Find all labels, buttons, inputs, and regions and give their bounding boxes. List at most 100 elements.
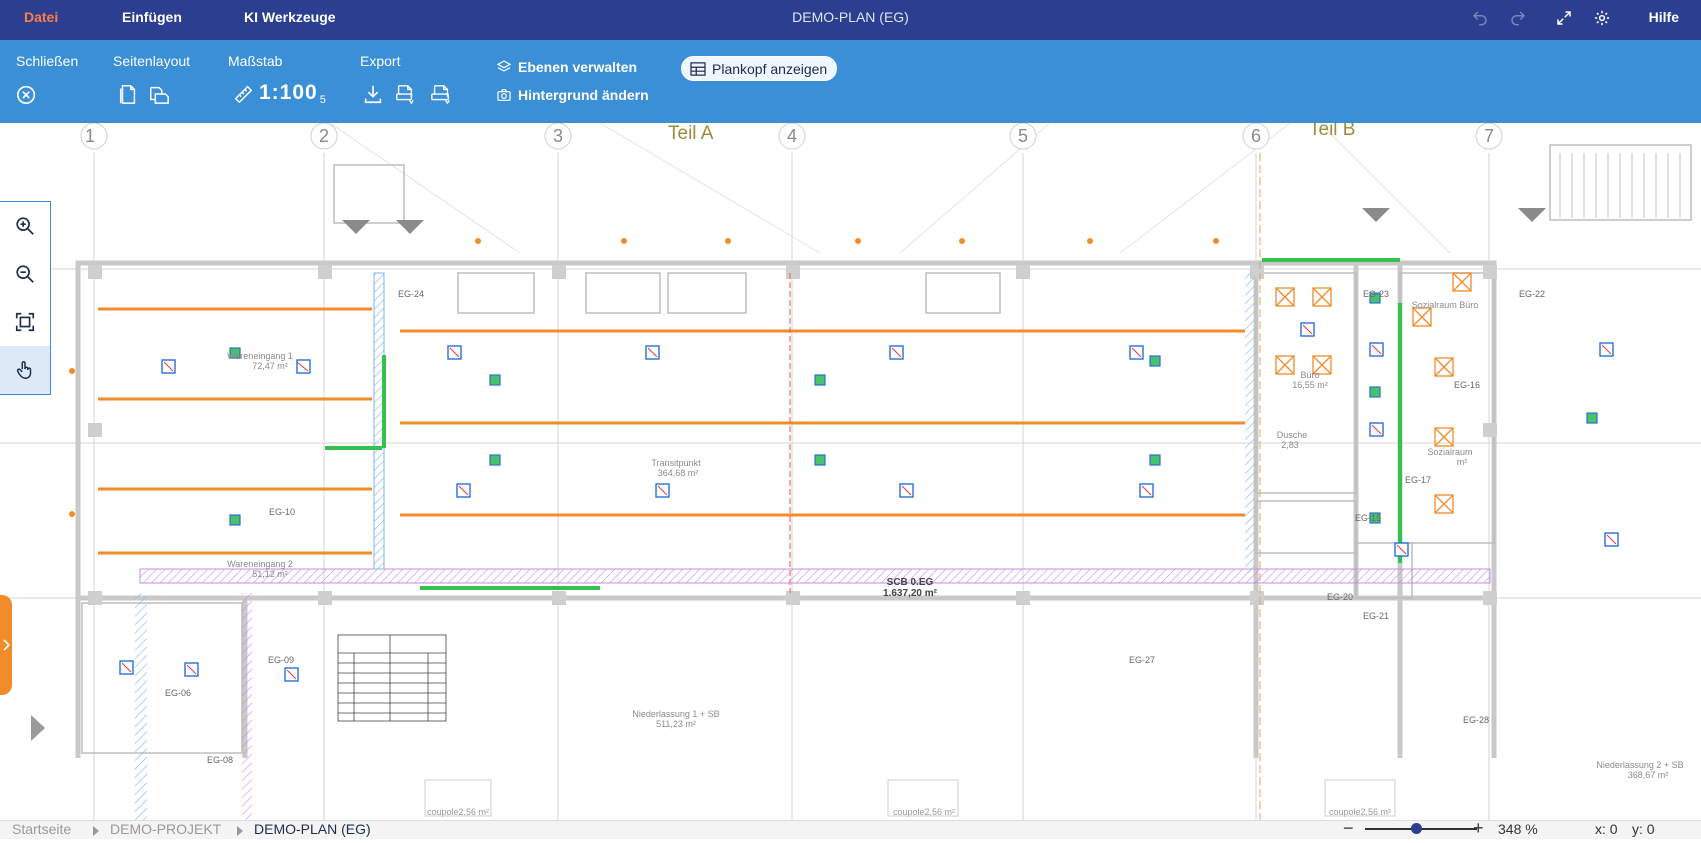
room-name: Sozialraum (1427, 447, 1472, 457)
zoom-value: 348 % (1498, 821, 1538, 837)
manage-layers-button[interactable]: Ebenen verwalten (496, 57, 637, 77)
gear-icon[interactable] (1593, 9, 1611, 27)
axis-label: 2 (319, 126, 329, 146)
xlsx-export-icon[interactable] (430, 82, 452, 106)
cursor-y: y: 0 (1632, 821, 1655, 837)
scale-ratio: 1:100 (259, 81, 318, 104)
breadcrumb-separator-icon (93, 826, 99, 836)
breadcrumb-project[interactable]: DEMO-PROJEKT (110, 815, 221, 843)
room-code: EG-23 (1363, 289, 1389, 299)
fit-view-button[interactable] (0, 298, 50, 346)
room-area: 51,12 m² (252, 569, 288, 579)
floor-plan-drawing[interactable]: 1 2 3 4 5 6 7 Teil A Teil B Wareneingang… (0, 123, 1701, 820)
breadcrumb-home[interactable]: Startseite (12, 815, 71, 843)
room-code: EG-08 (207, 755, 233, 765)
ribbon-toolbar: Schließen Seitenlayout Maßstab 1:100 5 Ex… (0, 40, 1701, 123)
staircase (1559, 153, 1681, 218)
room-code: EG-10 (269, 507, 295, 517)
room-code: EG-19 (1355, 513, 1381, 523)
plan-canvas[interactable]: 1 2 3 4 5 6 7 Teil A Teil B Wareneingang… (0, 123, 1701, 820)
room-name: Niederlassung 2 + SB (1596, 760, 1683, 770)
page-layout-label: Seitenlayout (113, 53, 191, 69)
status-bar: Startseite DEMO-PROJEKT DEMO-PLAN (EG) −… (0, 818, 1701, 839)
room-area: 16,55 m² (1292, 380, 1328, 390)
change-background-button[interactable]: Hintergrund ändern (496, 85, 649, 105)
axis-label: 7 (1484, 126, 1494, 146)
room-code: EG-22 (1519, 289, 1545, 299)
room-name-scb: SCB 0.EG (887, 577, 934, 588)
legend-table (337, 634, 447, 722)
room-code: EG-24 (398, 289, 424, 299)
scale-subscript: 5 (319, 94, 327, 106)
scale-value[interactable]: 1:100 5 (259, 81, 327, 106)
landscape-document-icon[interactable] (148, 82, 170, 106)
download-icon[interactable] (362, 82, 384, 106)
room-name: Niederlassung 1 + SB (632, 709, 719, 719)
room-code: EG-06 (165, 688, 191, 698)
section-label-teil-b: Teil B (1309, 123, 1355, 140)
show-titleblock-label: Plankopf anzeigen (712, 60, 828, 77)
manage-layers-label: Ebenen verwalten (518, 59, 638, 75)
axis-label: 4 (787, 126, 797, 146)
axis-grid (0, 153, 1701, 820)
room-area: 511,23 m² (656, 719, 696, 729)
zoom-in-button[interactable] (0, 202, 50, 250)
room-area-scb: 1.637,20 m² (883, 588, 938, 599)
zoom-tool-panel (0, 201, 51, 395)
room-code: EG-21 (1363, 611, 1389, 621)
breadcrumb-current: DEMO-PLAN (EG) (254, 821, 371, 837)
axis-markers: 1 2 3 4 5 6 7 Teil A Teil B (80, 123, 1503, 150)
change-background-label: Hintergrund ändern (518, 87, 649, 103)
side-panel-toggle[interactable] (0, 595, 12, 695)
axis-label: 6 (1251, 126, 1261, 146)
layers-icon (496, 60, 512, 72)
room-code: EG-09 (268, 655, 294, 665)
construction-lines (329, 123, 1451, 254)
menu-ki-werkzeuge[interactable]: KI Werkzeuge (244, 0, 336, 40)
pan-tool-button[interactable] (0, 346, 50, 394)
help-menu[interactable]: Hilfe (1649, 0, 1679, 35)
room-area: 364,68 m² (658, 468, 699, 478)
zoom-slider-knob[interactable] (1411, 823, 1422, 834)
zoom-out-button[interactable] (0, 250, 50, 298)
room-area: 72,47 m² (252, 361, 288, 371)
expand-icon[interactable] (1555, 9, 1573, 27)
show-titleblock-button[interactable]: Plankopf anzeigen (681, 56, 838, 81)
close-label: Schließen (16, 53, 79, 69)
axis-label: 5 (1018, 126, 1028, 146)
menu-datei[interactable]: Datei (24, 0, 58, 40)
room-name: Sozialraum Büro (1412, 300, 1479, 310)
ruler-icon[interactable] (232, 82, 254, 106)
play-triangle-icon[interactable] (31, 715, 45, 741)
room-code: EG-16 (1454, 380, 1480, 390)
scale-label: Maßstab (228, 53, 283, 69)
main-room-label: SCB 0.EG 1.637,20 m² (883, 577, 938, 599)
room-name: Büro (1300, 370, 1319, 380)
room-code: EG-27 (1129, 655, 1155, 665)
room-area: 2,83 (1281, 440, 1299, 450)
room-code: EG-17 (1405, 475, 1431, 485)
camera-icon (497, 89, 511, 101)
table-icon (690, 61, 706, 76)
hand-pointer-icon (16, 361, 32, 379)
zoom-out-icon (16, 265, 34, 283)
breadcrumb-separator-icon (237, 826, 243, 836)
csv-export-icon[interactable] (394, 82, 416, 106)
document-icon[interactable] (117, 82, 139, 106)
axis-label: 3 (553, 126, 563, 146)
room-name: Dusche (1277, 430, 1308, 440)
room-area: m² (1457, 457, 1468, 467)
export-label: Export (360, 53, 401, 69)
close-circle-icon[interactable] (16, 82, 38, 106)
chevron-right-icon (3, 639, 10, 651)
redo-icon[interactable] (1509, 9, 1527, 27)
cursor-x: x: 0 (1595, 821, 1618, 837)
menu-einfuegen[interactable]: Einfügen (122, 0, 182, 40)
room-name: Wareneingang 2 (227, 559, 293, 569)
room-name: Wareneingang 1 (227, 351, 293, 361)
top-menubar: Datei Einfügen KI Werkzeuge DEMO-PLAN (E… (0, 0, 1701, 40)
undo-icon[interactable] (1471, 9, 1489, 27)
zoom-in-icon (16, 217, 34, 235)
room-name: Transitpunkt (651, 458, 701, 468)
fit-frame-icon (15, 312, 35, 332)
